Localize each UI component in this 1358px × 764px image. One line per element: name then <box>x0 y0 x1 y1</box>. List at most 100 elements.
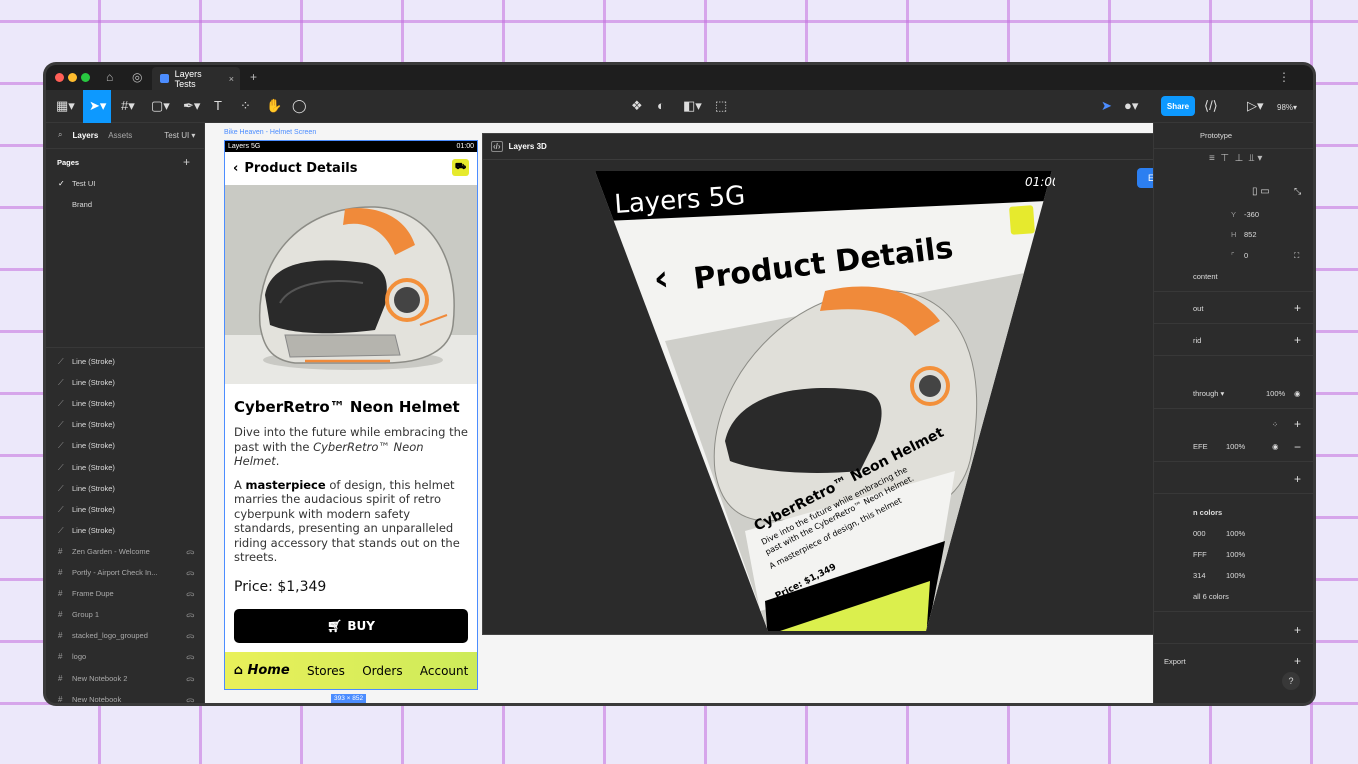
back-chevron-icon[interactable]: ‹ <box>233 161 238 176</box>
y-field[interactable]: -360 <box>1244 210 1259 219</box>
tab-prototype[interactable]: Prototype <box>1200 131 1232 140</box>
export-button[interactable]: Export <box>1137 168 1153 188</box>
resources-icon[interactable]: ⁘ <box>240 98 251 114</box>
minimize-window-button[interactable] <box>68 73 77 82</box>
resize-icon[interactable]: ⤡ <box>1294 186 1301 197</box>
globe-icon[interactable]: ◎ <box>132 70 142 84</box>
layer-item[interactable]: New Notebook <box>72 693 121 703</box>
prototype-pointer-icon[interactable]: ➤ <box>1101 98 1112 114</box>
color-1-hex[interactable]: 000 <box>1193 529 1206 538</box>
h-field[interactable]: 852 <box>1244 230 1257 239</box>
move-tool-icon[interactable]: ➤▾ <box>83 90 111 123</box>
component-icon[interactable]: ❖ <box>631 98 643 114</box>
layer-item[interactable]: Line (Stroke) <box>72 355 115 369</box>
home-icon[interactable]: ⌂ <box>106 70 113 84</box>
dev-mode-icon[interactable]: ⟨/⟩ <box>1204 98 1218 114</box>
present-icon[interactable]: ▷▾ <box>1247 98 1264 114</box>
visibility-icon[interactable]: ᯅ <box>186 672 195 686</box>
portrait-toggle-icon[interactable]: ▯ ▭ <box>1252 186 1270 197</box>
layer-item[interactable]: Line (Stroke) <box>72 524 115 538</box>
eye-icon[interactable]: ◉ <box>1294 389 1301 398</box>
phone-frame[interactable]: Layers 5G 01:00 ‹ Product Details ⛟ Cybe… <box>224 140 478 690</box>
nav-home[interactable]: ⌂ Home <box>234 663 290 678</box>
color-3-hex[interactable]: 314 <box>1193 571 1206 580</box>
fill-opacity-field[interactable]: 100% <box>1226 442 1245 451</box>
close-tab-icon[interactable]: × <box>229 74 234 84</box>
add-page-icon[interactable]: + <box>183 155 190 169</box>
opacity-field[interactable]: 100% <box>1266 389 1285 398</box>
tab-layers-tests[interactable]: Layers Tests × <box>152 67 240 90</box>
page-item-test-ui[interactable]: Test UI <box>72 177 95 191</box>
add-fill-icon[interactable]: + <box>1294 417 1301 431</box>
align-toolbar[interactable]: ≡ ⊤ ⊥ ⫫ ▾ <box>1209 153 1262 164</box>
layer-item[interactable]: Portly - Airport Check In... <box>72 566 157 580</box>
more-menu-icon[interactable]: ⋮ <box>1278 70 1290 84</box>
color-3-opacity[interactable]: 100% <box>1226 571 1245 580</box>
color-1-opacity[interactable]: 100% <box>1226 529 1245 538</box>
main-menu-icon[interactable]: ▦▾ <box>56 98 75 114</box>
radius-field[interactable]: 0 <box>1244 251 1248 260</box>
color-2-hex[interactable]: FFF <box>1193 550 1207 559</box>
layer-item[interactable]: Line (Stroke) <box>72 418 115 432</box>
layer-item[interactable]: Line (Stroke) <box>72 503 115 517</box>
contrast-icon[interactable]: ◐ <box>657 98 665 114</box>
canvas[interactable]: Bike Heaven - Helmet Screen Layers 5G 01… <box>205 123 1153 703</box>
avatar[interactable]: ●▾ <box>1124 98 1138 114</box>
share-button[interactable]: Share <box>1161 96 1195 116</box>
buy-button[interactable]: 🛒︎ BUY <box>234 608 468 643</box>
comment-tool-icon[interactable]: ◯ <box>292 98 307 114</box>
fill-hex-field[interactable]: EFE <box>1193 442 1208 451</box>
layer-item[interactable]: Line (Stroke) <box>72 482 115 496</box>
boolean-icon[interactable]: ◧▾ <box>683 98 702 114</box>
layer-item[interactable]: Group 1 <box>72 608 99 622</box>
styles-icon[interactable]: ⁘ <box>1272 420 1278 429</box>
visibility-icon[interactable]: ᯅ <box>186 587 195 601</box>
tab-assets[interactable]: Assets <box>108 131 132 140</box>
visibility-icon[interactable]: ᯅ <box>186 693 195 703</box>
layer-item[interactable]: logo <box>72 650 86 664</box>
see-all-colors-link[interactable]: all 6 colors <box>1193 592 1229 601</box>
new-tab-icon[interactable]: + <box>250 70 257 84</box>
nav-stores[interactable]: Stores <box>307 664 345 678</box>
layer-item[interactable]: Frame Dupe <box>72 587 114 601</box>
blend-mode-select[interactable]: through ▾ <box>1193 389 1224 398</box>
tab-layers[interactable]: Layers <box>72 131 98 140</box>
page-selector[interactable]: Test UI ▾ <box>164 131 195 140</box>
layer-item[interactable]: Line (Stroke) <box>72 461 115 475</box>
add-stroke-icon[interactable]: + <box>1294 472 1301 486</box>
hand-tool-icon[interactable]: ✋ <box>266 98 282 114</box>
shape-tool-icon[interactable]: ▢▾ <box>151 98 170 114</box>
independent-corners-icon[interactable]: ⛶ <box>1294 251 1299 261</box>
layer-item[interactable]: Zen Garden - Welcome <box>72 545 150 559</box>
pen-tool-icon[interactable]: ✒▾ <box>183 98 200 114</box>
layer-item[interactable]: Line (Stroke) <box>72 439 115 453</box>
nav-account[interactable]: Account <box>420 664 468 678</box>
nav-orders[interactable]: Orders <box>362 664 402 678</box>
add-grid-icon[interactable]: + <box>1294 333 1301 347</box>
page-item-brand[interactable]: Brand <box>72 198 92 212</box>
color-2-opacity[interactable]: 100% <box>1226 550 1245 559</box>
help-button[interactable]: ? <box>1282 672 1300 690</box>
layer-item[interactable]: Line (Stroke) <box>72 397 115 411</box>
visibility-icon[interactable]: ᯅ <box>186 608 195 622</box>
visibility-icon[interactable]: ᯅ <box>186 545 195 559</box>
add-export-icon[interactable]: + <box>1294 654 1301 668</box>
layer-item[interactable]: stacked_logo_grouped <box>72 629 148 643</box>
search-icon[interactable]: ⌕ <box>58 130 62 140</box>
close-window-button[interactable] <box>55 73 64 82</box>
remove-fill-icon[interactable]: − <box>1294 440 1301 454</box>
text-tool-icon[interactable]: T <box>214 98 222 114</box>
add-effect-icon[interactable]: + <box>1294 623 1301 637</box>
clip-content-label[interactable]: content <box>1193 272 1218 281</box>
crop-icon[interactable]: ⬚ <box>715 98 727 114</box>
visibility-icon[interactable]: ᯅ <box>186 650 195 664</box>
cart-icon[interactable]: ⛟ <box>452 159 469 176</box>
layer-item[interactable]: New Notebook 2 <box>72 672 127 686</box>
maximize-window-button[interactable] <box>81 73 90 82</box>
visibility-icon[interactable]: ᯅ <box>186 566 195 580</box>
add-auto-layout-icon[interactable]: + <box>1294 301 1301 315</box>
fill-eye-icon[interactable]: ◉ <box>1272 442 1279 451</box>
layer-item[interactable]: Line (Stroke) <box>72 376 115 390</box>
zoom-level[interactable]: 98%▾ <box>1277 100 1297 116</box>
visibility-icon[interactable]: ᯅ <box>186 629 195 643</box>
